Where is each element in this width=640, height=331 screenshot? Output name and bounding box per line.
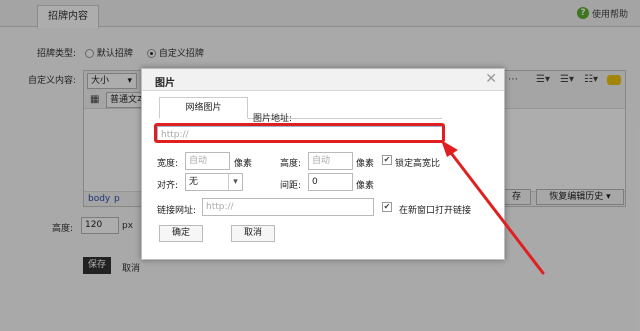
annotation-arrow — [441, 140, 545, 275]
